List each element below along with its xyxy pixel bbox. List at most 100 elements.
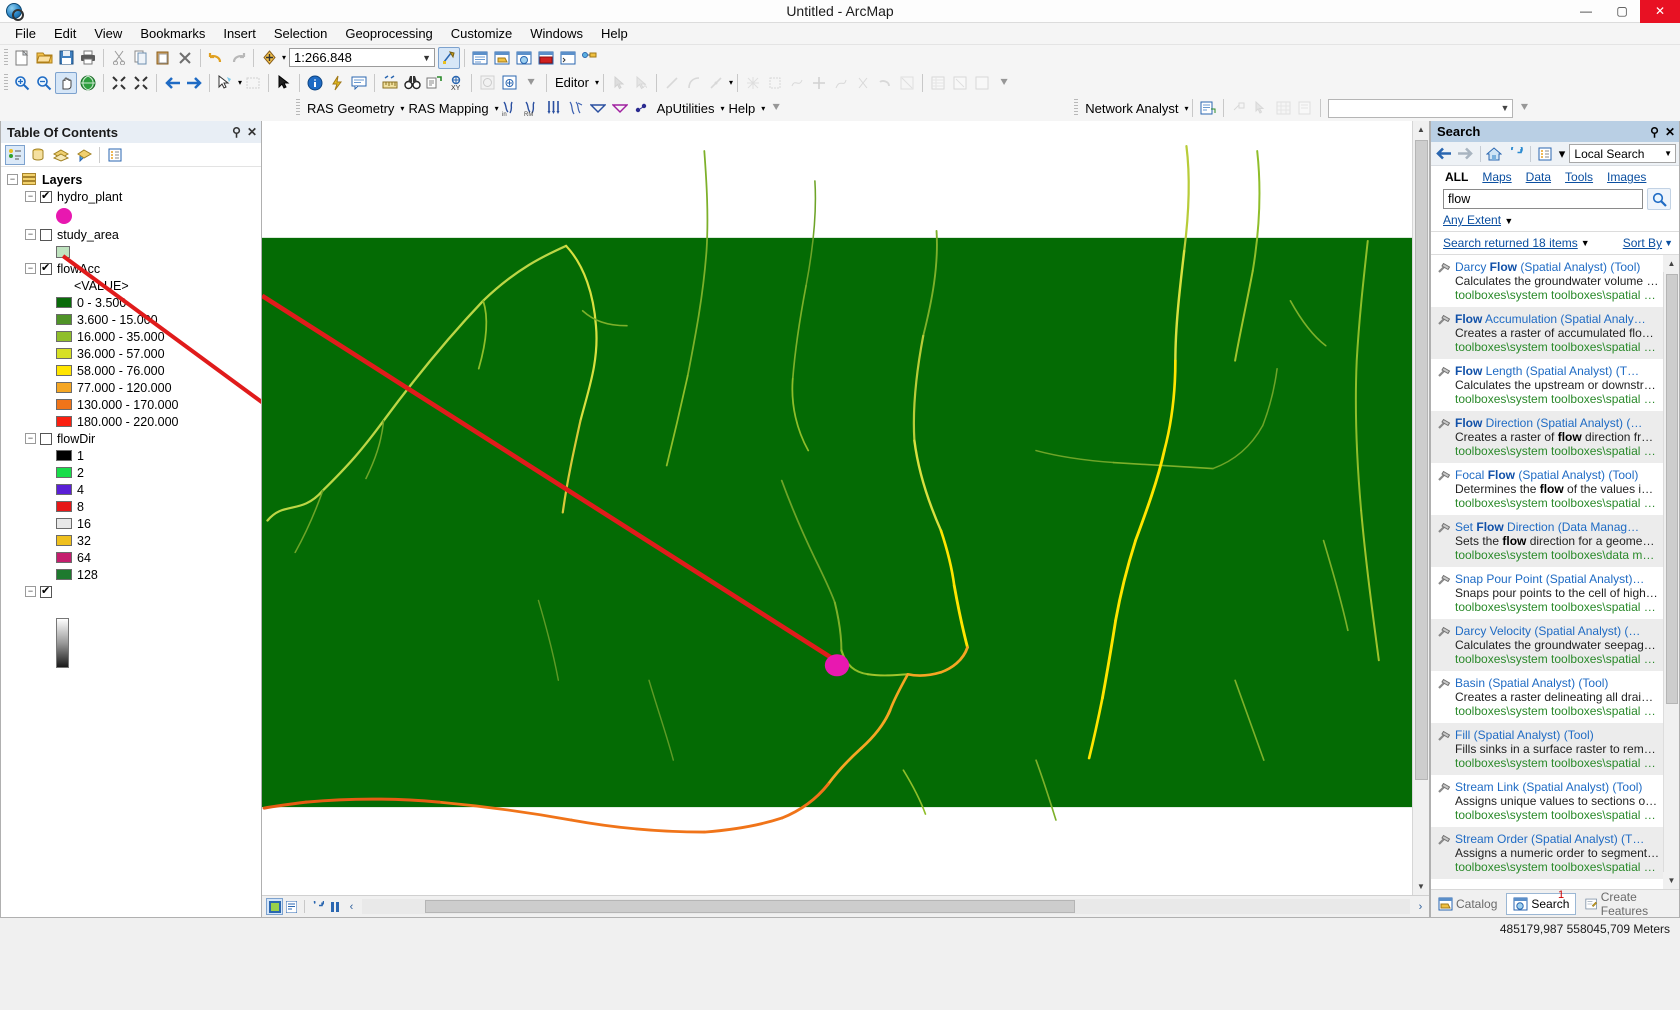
layer-visibility-checkbox[interactable] [40, 433, 52, 445]
create-features-panel-icon[interactable] [971, 72, 993, 94]
fixed-zoom-in-icon[interactable] [108, 72, 130, 94]
go-to-xy-icon[interactable]: XY [445, 72, 467, 94]
any-extent-link[interactable]: Any Extent [1443, 213, 1501, 227]
cut-polygons-icon[interactable] [808, 72, 830, 94]
search-result-item[interactable]: Stream Order (Spatial Analyst) (T…Assign… [1431, 827, 1663, 879]
redo-icon[interactable] [227, 47, 249, 69]
toolbar-grip[interactable] [296, 99, 300, 117]
search-options-icon[interactable] [1535, 144, 1555, 164]
html-popup-icon[interactable] [348, 72, 370, 94]
find-route-icon[interactable] [423, 72, 445, 94]
search-result-item[interactable]: Darcy Flow (Spatial Analyst) (Tool)Calcu… [1431, 255, 1663, 307]
toc-legend-item[interactable]: 180.000 - 220.000 [1, 413, 261, 430]
editor-menu[interactable]: Editor [551, 75, 593, 90]
collapse-toc-arrow-icon[interactable]: ‹ [343, 898, 360, 915]
toc-tree[interactable]: − Layers − hydro_plant − study_area [1, 167, 261, 917]
chevron-down-icon[interactable]: ▼ [422, 53, 431, 63]
table-of-contents-icon[interactable] [469, 47, 491, 69]
toc-legend-item[interactable]: 1 [1, 447, 261, 464]
toc-pin-icon[interactable]: ⚲ [232, 125, 241, 139]
menu-windows[interactable]: Windows [521, 24, 592, 43]
aputilities-menu[interactable]: ApUtilities [653, 101, 719, 116]
add-data-dropdown-icon[interactable]: ▾ [282, 53, 286, 62]
layer-visibility-checkbox[interactable] [40, 263, 52, 275]
toc-layer-hydro-plant[interactable]: − hydro_plant [1, 188, 261, 205]
toc-legend-item[interactable]: 0 - 3.500 [1, 294, 261, 311]
toc-layer-study-area[interactable]: − study_area [1, 226, 261, 243]
select-elements-arrow-icon[interactable] [273, 72, 295, 94]
network-dataset-combo[interactable]: ▼ [1328, 99, 1513, 118]
full-extent-globe-icon[interactable] [77, 72, 99, 94]
map-view[interactable]: ▲ ▼ [262, 121, 1429, 895]
split-tool-icon[interactable] [742, 72, 764, 94]
map-horizontal-scrollbar[interactable] [362, 899, 1410, 914]
zoom-in-icon[interactable] [11, 72, 33, 94]
toolbar-overflow-icon[interactable]: ⯆ [520, 72, 542, 94]
forward-extent-icon[interactable] [183, 72, 205, 94]
ras-flow-path-icon[interactable] [587, 97, 609, 119]
ras-stream-in-icon[interactable]: in [499, 97, 521, 119]
tab-all[interactable]: ALL [1445, 170, 1468, 184]
home-icon[interactable] [1484, 144, 1504, 164]
scroll-up-arrow-icon[interactable]: ▲ [1413, 121, 1430, 138]
search-result-item[interactable]: Darcy Velocity (Spatial Analyst) (…Calcu… [1431, 619, 1663, 671]
toc-layer-flowdir[interactable]: − flowDir [1, 430, 261, 447]
layer-visibility-checkbox[interactable] [40, 586, 52, 598]
edit-annotation-icon[interactable]: A [630, 72, 652, 94]
editor-overflow-icon[interactable]: ⯆ [993, 72, 1015, 94]
undo-icon[interactable] [205, 47, 227, 69]
search-result-title[interactable]: Fill (Spatial Analyst) (Tool) [1455, 728, 1659, 742]
pause-drawing-icon[interactable] [326, 898, 343, 915]
toc-layer-flowacc[interactable]: − flowAcc [1, 260, 261, 277]
ras-cross-sections-icon[interactable] [543, 97, 565, 119]
back-icon[interactable] [1434, 144, 1454, 164]
local-search-combo[interactable]: Local Search ▼ [1569, 144, 1676, 163]
menu-file[interactable]: File [6, 24, 45, 43]
scroll-up-arrow-icon[interactable]: ▲ [1663, 255, 1679, 272]
menu-customize[interactable]: Customize [442, 24, 521, 43]
network-analyst-dropdown-icon[interactable]: ▾ [1184, 104, 1188, 113]
search-result-title[interactable]: Flow Accumulation (Spatial Analy… [1455, 312, 1659, 326]
toc-legend-item[interactable]: 16.000 - 35.000 [1, 328, 261, 345]
expander-icon[interactable]: − [25, 229, 36, 240]
pan-hand-icon[interactable] [55, 72, 77, 94]
toolbox-window-icon[interactable] [535, 47, 557, 69]
search-input[interactable] [1443, 189, 1643, 209]
expander-icon[interactable]: − [7, 174, 18, 185]
menu-selection[interactable]: Selection [265, 24, 336, 43]
hyperlink-icon[interactable] [326, 72, 348, 94]
network-overflow-icon[interactable]: ⯆ [1513, 97, 1535, 119]
toolbar-grip[interactable] [1074, 99, 1078, 117]
list-by-selection-icon[interactable] [74, 145, 94, 165]
search-result-title[interactable]: Snap Pour Point (Spatial Analyst)… [1455, 572, 1659, 586]
search-result-title[interactable]: Focal Flow (Spatial Analyst) (Tool) [1455, 468, 1659, 482]
search-results-list[interactable]: Darcy Flow (Spatial Analyst) (Tool)Calcu… [1431, 255, 1663, 889]
menu-help[interactable]: Help [592, 24, 637, 43]
directions-window-icon[interactable] [1294, 97, 1316, 119]
layer-visibility-checkbox[interactable] [40, 191, 52, 203]
scroll-down-arrow-icon[interactable]: ▼ [1413, 878, 1430, 895]
toc-legend-item[interactable]: 32 [1, 532, 261, 549]
toc-legend-item[interactable]: 128 [1, 566, 261, 583]
reshape-tool-icon[interactable] [786, 72, 808, 94]
select-features-icon[interactable] [214, 72, 236, 94]
search-result-item[interactable]: Flow Length (Spatial Analyst) (T…Calcula… [1431, 359, 1663, 411]
expander-icon[interactable]: − [25, 433, 36, 444]
tab-maps[interactable]: Maps [1482, 170, 1511, 184]
search-result-title[interactable]: Flow Direction (Spatial Analyst) (… [1455, 416, 1659, 430]
scroll-right-arrow-icon[interactable]: › [1412, 898, 1429, 915]
zoom-out-icon[interactable] [33, 72, 55, 94]
clear-selection-icon[interactable] [242, 72, 264, 94]
chevron-down-icon[interactable]: ▼ [1664, 149, 1672, 158]
tab-images[interactable]: Images [1607, 170, 1646, 184]
refresh-icon[interactable] [1506, 144, 1526, 164]
edit-tool-icon[interactable] [608, 72, 630, 94]
search-result-item[interactable]: Flow Direction (Spatial Analyst) (…Creat… [1431, 411, 1663, 463]
results-dropdown-icon[interactable]: ▼ [1581, 238, 1590, 248]
toc-legend-item[interactable]: 16 [1, 515, 261, 532]
expander-icon[interactable]: − [25, 586, 36, 597]
data-view-icon[interactable] [266, 898, 283, 915]
build-network-grid-icon[interactable] [1272, 97, 1294, 119]
ras-points-icon[interactable] [631, 97, 653, 119]
rotate-tool-icon[interactable] [764, 72, 786, 94]
